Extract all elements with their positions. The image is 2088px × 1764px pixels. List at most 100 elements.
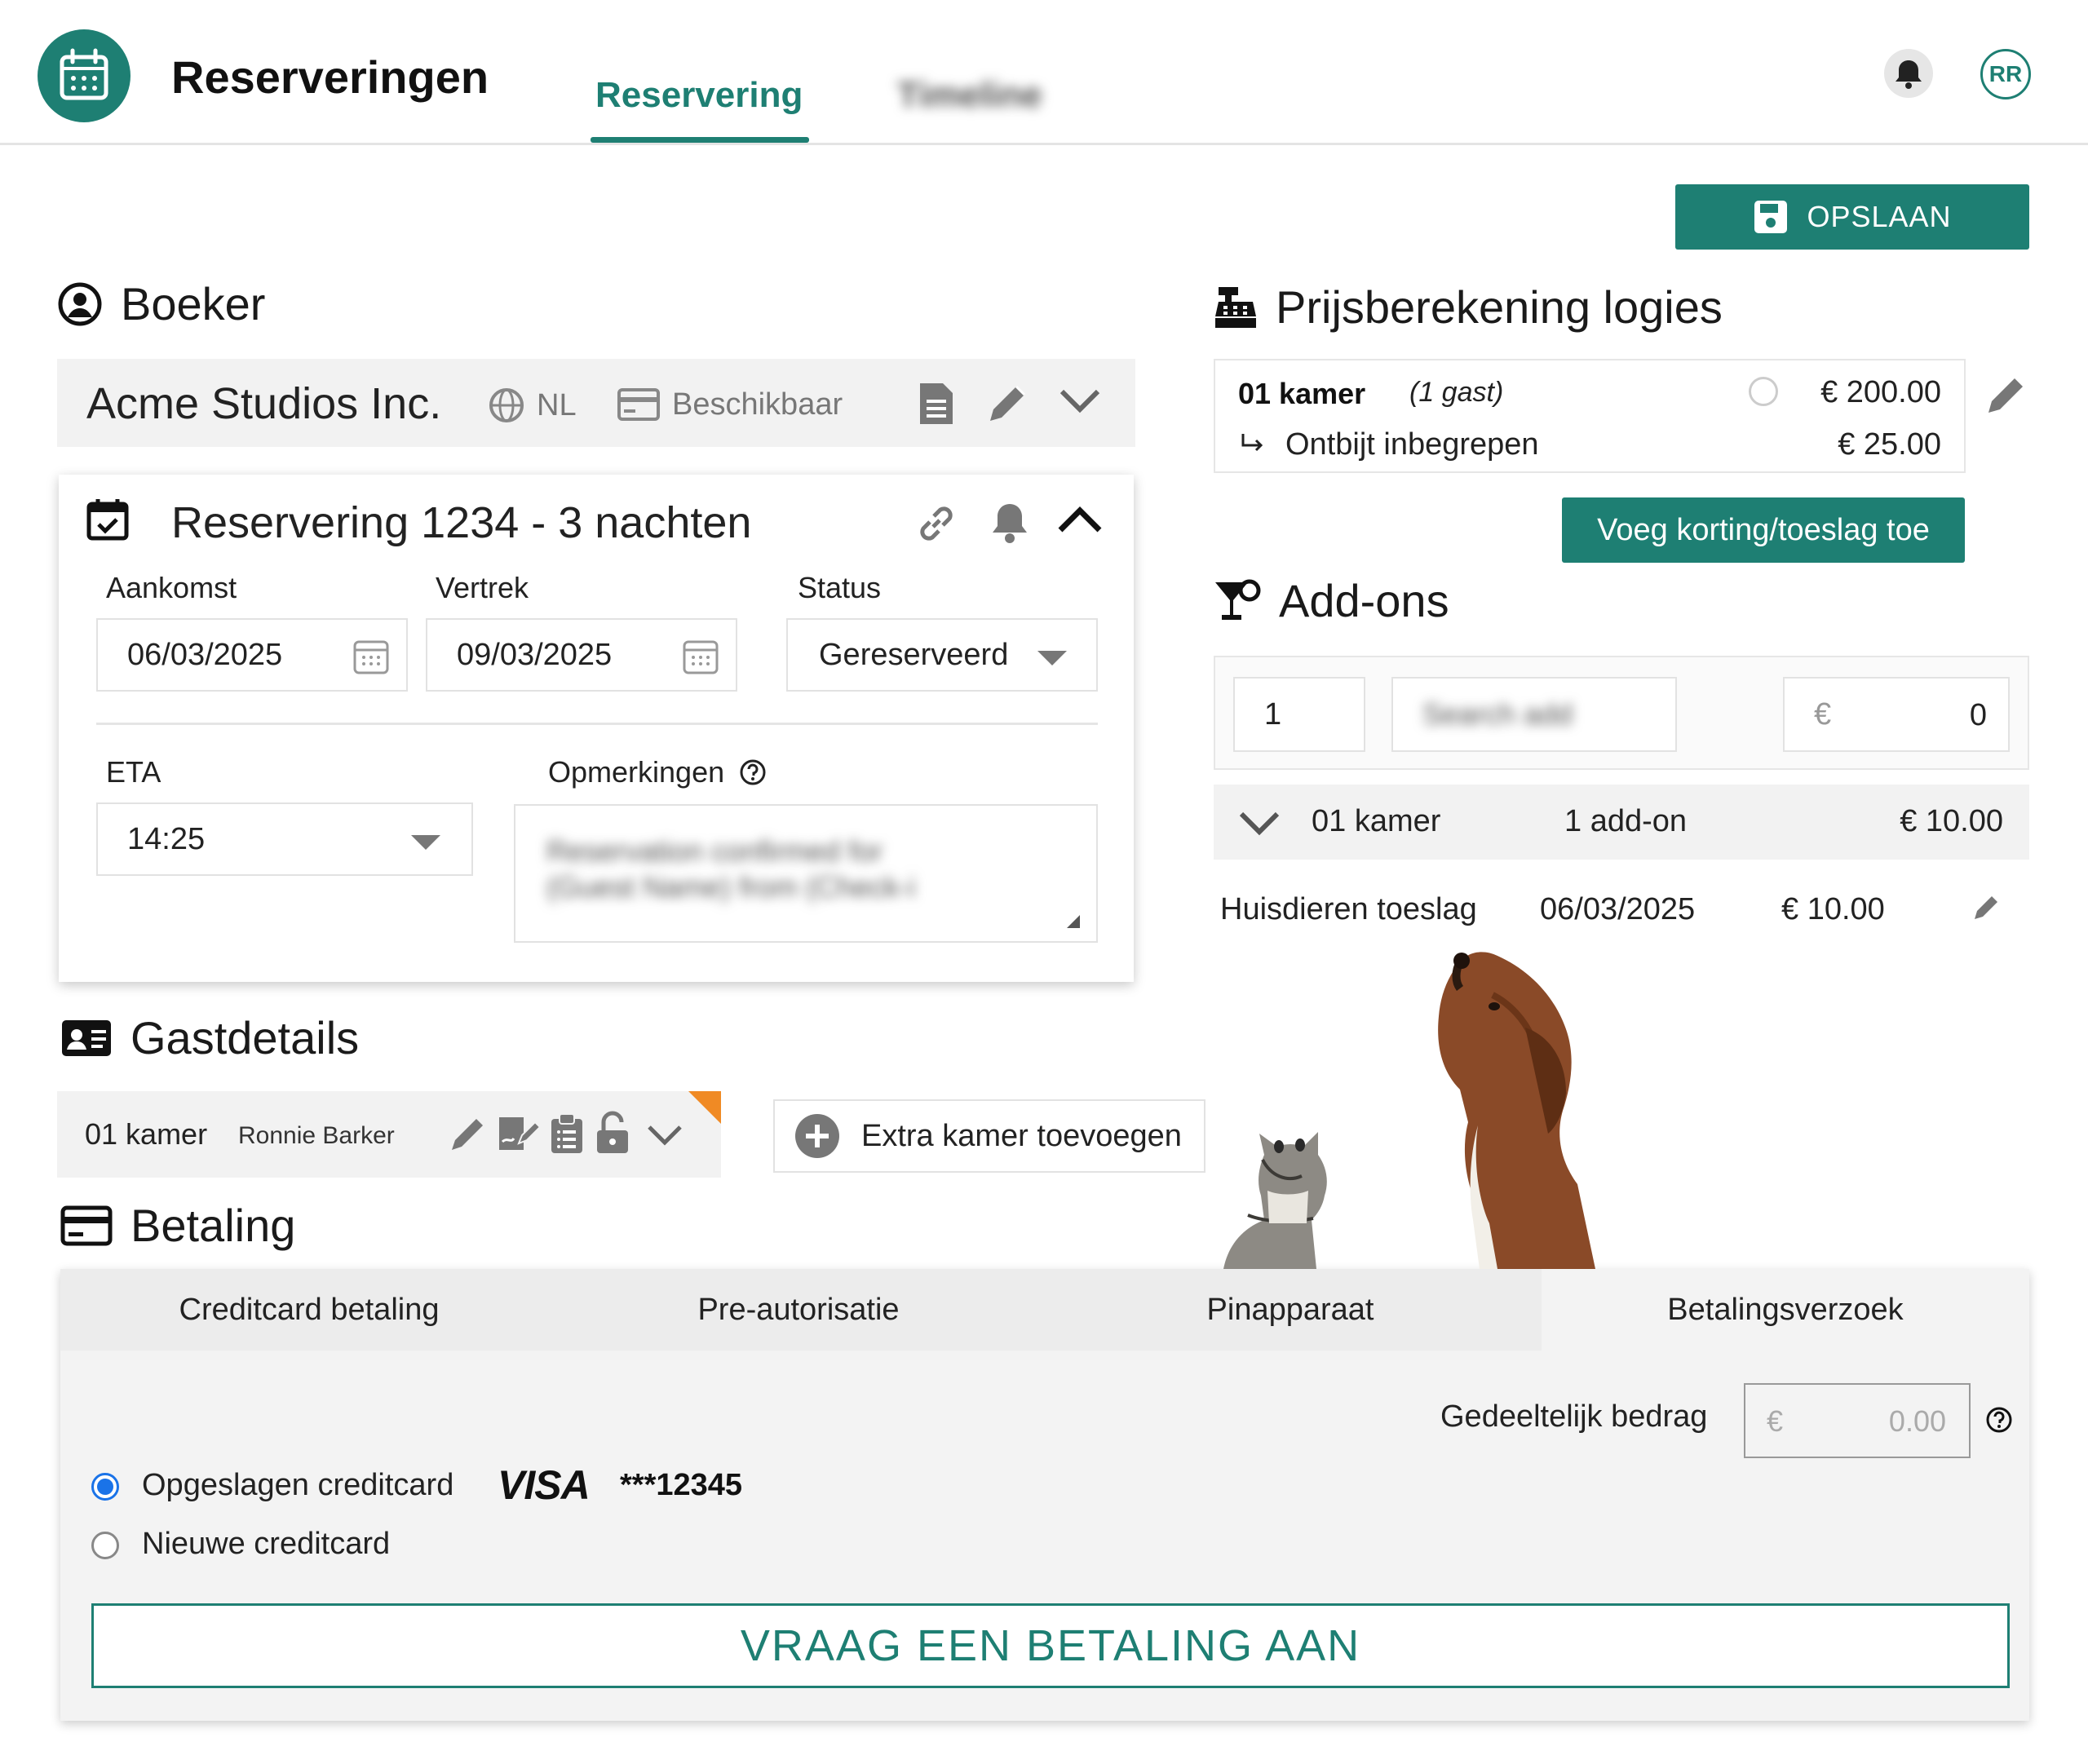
addons-section-title: Add-ons (1214, 574, 1449, 627)
user-avatar[interactable]: RR (1980, 49, 2031, 99)
unlock-icon[interactable] (595, 1111, 630, 1155)
addon-item-price: € 10.00 (1781, 892, 1885, 927)
tab-pin-terminal[interactable]: Pinapparaat (1039, 1269, 1542, 1351)
reservation-title: Reservering 1234 - 3 nachten (171, 497, 751, 548)
notifications-button[interactable] (1884, 49, 1933, 98)
calendar-picker-icon[interactable] (682, 636, 719, 675)
arrival-label: Aankomst (106, 571, 237, 605)
help-circle-icon[interactable] (739, 758, 767, 786)
remarks-line-2: (Guest Name) from (Check-i (546, 869, 915, 905)
stored-card-radio[interactable] (91, 1473, 119, 1501)
plus-circle-icon (794, 1113, 840, 1159)
booker-language: NL (488, 387, 577, 424)
booker-bar[interactable]: Acme Studios Inc. NL Beschikbaar (57, 359, 1135, 447)
reminder-bell-icon[interactable] (989, 499, 1031, 546)
addon-search-input[interactable]: Search add (1391, 677, 1677, 752)
arrival-date-input[interactable]: 06/03/2025 (96, 618, 408, 692)
pricing-guests-label: (1 gast) (1409, 377, 1503, 409)
save-button-label: OPSLAAN (1807, 200, 1951, 234)
dropdown-caret-icon (409, 833, 442, 851)
eta-select[interactable]: 14:25 (96, 802, 473, 876)
addon-group-row[interactable]: 01 kamer 1 add-on € 10.00 (1214, 785, 2029, 860)
status-select[interactable]: Gereserveerd (786, 618, 1098, 692)
addon-price-value: 0 (1970, 698, 1987, 733)
tab-creditcard-payment[interactable]: Creditcard betaling (60, 1269, 558, 1351)
partial-amount-input[interactable]: € 0.00 (1744, 1383, 1971, 1458)
booker-name: Acme Studios Inc. (86, 378, 441, 429)
document-icon[interactable] (917, 380, 956, 427)
remarks-label: Opmerkingen (548, 755, 767, 789)
user-circle-icon (57, 281, 103, 327)
signature-icon[interactable] (496, 1114, 540, 1153)
remarks-line-1: Reservation confirmed for (546, 833, 883, 869)
tab-reservering[interactable]: Reservering (595, 75, 803, 116)
addon-group-total: € 10.00 (1900, 804, 2003, 839)
breakfast-label: Ontbijt inbegrepen (1285, 427, 1539, 462)
calendar-app-logo-icon (38, 29, 130, 122)
pets-illustration (1215, 946, 1688, 1269)
edit-price-pencil-icon[interactable] (1982, 370, 2031, 419)
addon-quantity-input[interactable]: 1 (1233, 677, 1365, 752)
add-room-button[interactable]: Extra kamer toevoegen (773, 1099, 1205, 1173)
visa-logo: VISA (498, 1461, 590, 1509)
addon-group-count: 1 add-on (1564, 804, 1687, 839)
cocktail-icon (1214, 579, 1261, 623)
partial-amount-value: 0.00 (1889, 1404, 1946, 1439)
addon-item-date: 06/03/2025 (1540, 892, 1695, 927)
cash-register-icon (1214, 285, 1258, 329)
tab-payment-request[interactable]: Betalingsverzoek (1542, 1269, 2029, 1351)
guest-room-row[interactable]: 01 kamer Ronnie Barker (57, 1091, 721, 1178)
clipboard-list-icon[interactable] (550, 1112, 584, 1155)
resize-handle-icon[interactable] (1067, 915, 1080, 928)
booker-section-title: Boeker (57, 277, 265, 330)
add-discount-surcharge-button[interactable]: Voeg korting/toeslag toe (1562, 497, 1965, 563)
currency-symbol: € (1767, 1404, 1783, 1439)
calendar-picker-icon[interactable] (352, 636, 390, 675)
expand-booker-chevron-down-icon[interactable] (1059, 387, 1101, 416)
app-title: Reserveringen (171, 51, 489, 104)
card-number: ***12345 (620, 1468, 742, 1503)
partial-amount-label: Gedeeltelijk bedrag (1440, 1399, 1707, 1435)
floppy-disk-icon (1753, 199, 1789, 235)
addon-group-room: 01 kamer (1312, 804, 1440, 839)
tab-timeline[interactable]: Timeline (897, 75, 1042, 116)
stored-card-label: Opgeslagen creditcard (142, 1468, 453, 1503)
payment-section-title: Betaling (60, 1199, 295, 1252)
payment-panel: Creditcard betaling Pre-autorisatie Pina… (60, 1269, 2029, 1721)
edit-addon-pencil-icon[interactable] (1971, 891, 2003, 923)
departure-label: Vertrek (436, 571, 529, 605)
new-card-label: Nieuwe creditcard (142, 1527, 390, 1562)
addon-item-name: Huisdieren toeslag (1220, 892, 1477, 927)
guest-name: Ronnie Barker (238, 1122, 395, 1150)
guest-room-label: 01 kamer (85, 1117, 207, 1152)
active-tab-indicator (591, 137, 809, 143)
chevron-down-icon[interactable] (1238, 811, 1281, 837)
bell-icon (1884, 49, 1933, 98)
departure-date-input[interactable]: 09/03/2025 (426, 618, 737, 692)
expand-guest-chevron-down-icon[interactable] (646, 1124, 683, 1147)
link-icon[interactable] (914, 501, 959, 546)
status-label: Status (798, 571, 881, 605)
tab-pre-authorization[interactable]: Pre-autorisatie (558, 1269, 1039, 1351)
room-price: € 200.00 (1820, 375, 1941, 410)
pricing-section-title: Prijsberekening logies (1214, 281, 1723, 334)
edit-booker-pencil-icon[interactable] (984, 380, 1031, 427)
edit-guest-pencil-icon[interactable] (447, 1112, 489, 1155)
request-payment-button[interactable]: VRAAG EEN BETALING AAN (91, 1603, 2010, 1688)
help-circle-icon[interactable] (1985, 1406, 2013, 1434)
calendar-check-icon (86, 497, 129, 542)
remarks-textarea[interactable]: Reservation confirmed for (Guest Name) f… (514, 804, 1098, 943)
room-price-radio[interactable] (1749, 377, 1778, 406)
globe-icon (488, 387, 525, 424)
collapse-chevron-up-icon[interactable] (1057, 504, 1103, 535)
credit-card-icon (617, 387, 661, 422)
subitem-arrow-icon (1240, 432, 1264, 452)
addon-price-input[interactable]: € 0 (1783, 677, 2010, 752)
pricing-room-label: 01 kamer (1238, 377, 1365, 411)
notification-corner-flag (688, 1091, 721, 1124)
breakfast-price: € 25.00 (1838, 427, 1941, 462)
booker-payment-status: Beschikbaar (617, 387, 843, 422)
new-card-radio[interactable] (91, 1532, 119, 1559)
currency-symbol: € (1814, 697, 1831, 732)
save-button[interactable]: OPSLAAN (1675, 184, 2029, 250)
